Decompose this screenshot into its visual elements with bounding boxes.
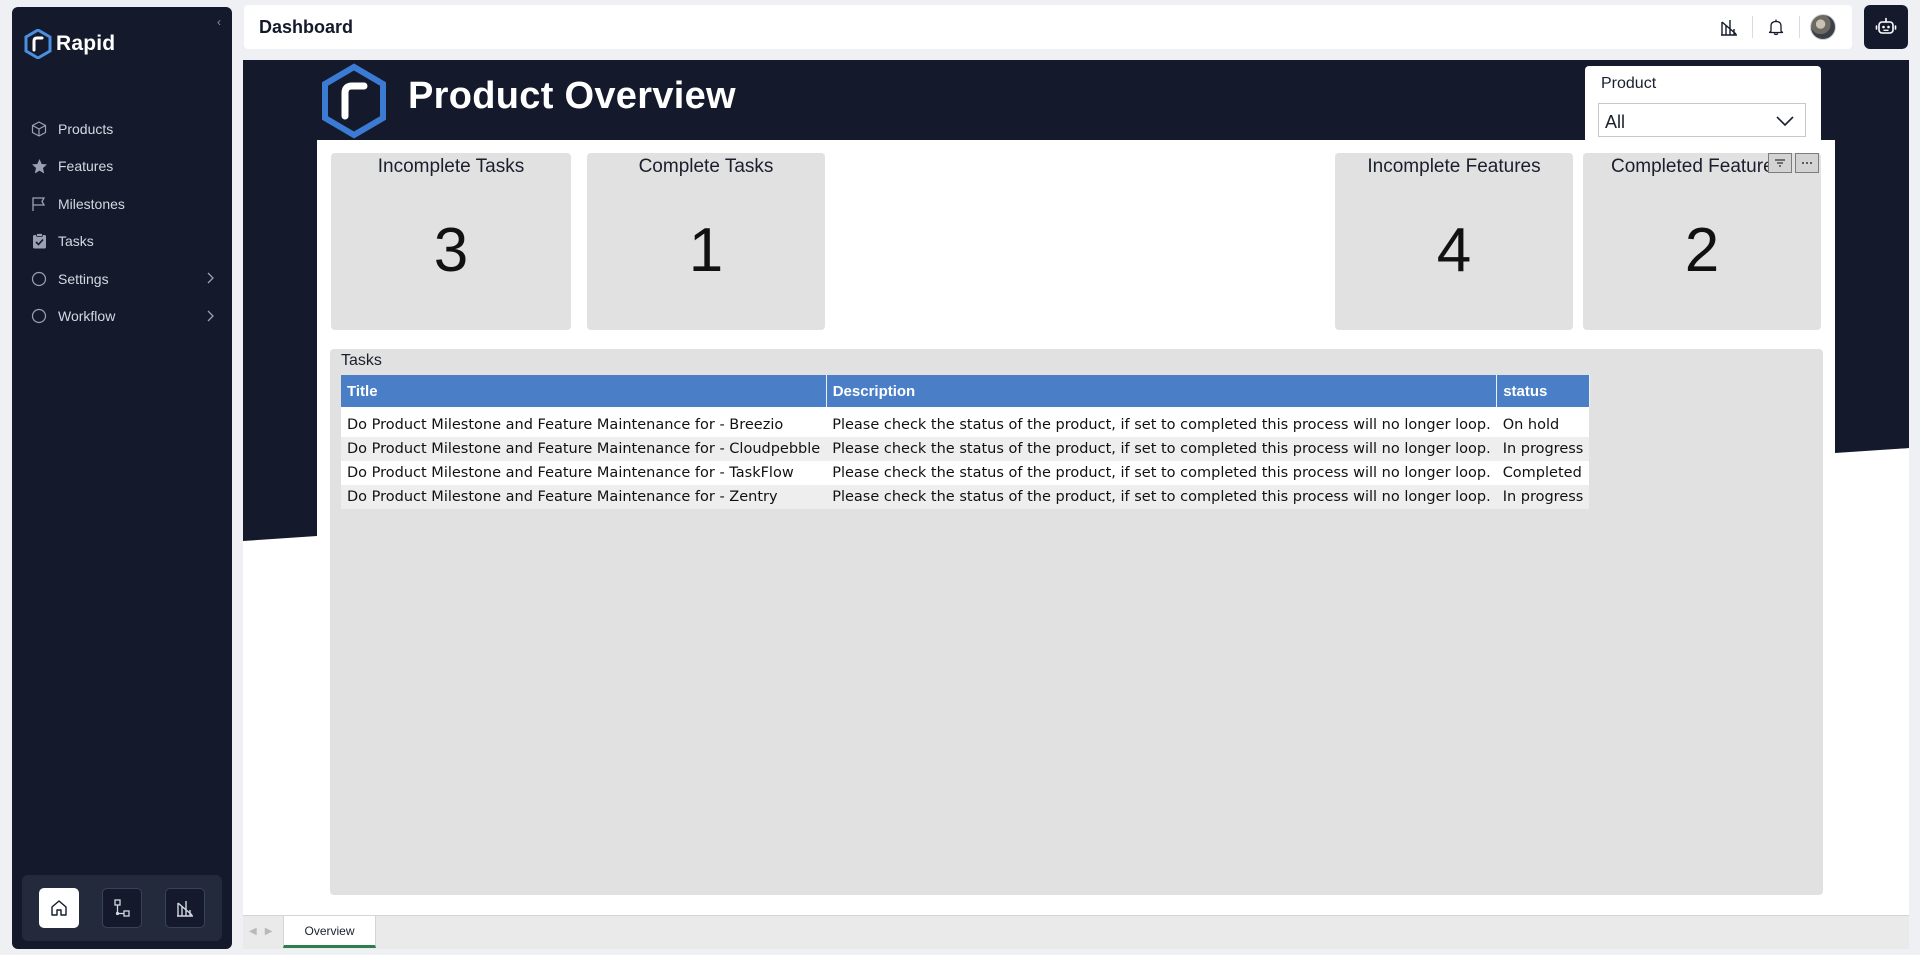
circle-icon (30, 270, 48, 288)
user-menu-button[interactable] (1808, 12, 1838, 42)
kpi-value: 2 (1684, 216, 1720, 285)
kpi-label: Complete Tasks (638, 156, 774, 177)
product-dropdown[interactable]: All (1598, 103, 1806, 137)
cell-title: Do Product Milestone and Feature Mainten… (341, 413, 827, 437)
sidebar-item-label: Products (58, 120, 114, 137)
filter-icon (1775, 159, 1785, 167)
kpi-value: 3 (433, 216, 469, 285)
header-actions (1714, 12, 1838, 42)
cell-status: In progress (1496, 485, 1590, 509)
page-title: Dashboard (259, 17, 354, 37)
table-title: Tasks (341, 352, 382, 369)
divider (1799, 16, 1800, 38)
workflow-icon (114, 899, 130, 917)
powerbi-icon (1721, 20, 1737, 36)
notifications-button[interactable] (1761, 12, 1791, 42)
collapse-sidebar-icon[interactable]: ‹ (212, 15, 226, 29)
top-header: Dashboard (244, 5, 1852, 49)
sidebar-item-products[interactable]: Products (12, 110, 232, 148)
rapid-logo-icon (24, 29, 52, 59)
visual-header-tools (1768, 153, 1819, 173)
avatar (1810, 14, 1836, 40)
sidebar-item-label: Workflow (58, 308, 116, 325)
home-icon (51, 900, 68, 916)
cell-description: Please check the status of the product, … (826, 413, 1497, 437)
product-logo-icon (322, 63, 386, 139)
slicer-label: Product (1601, 75, 1657, 92)
cell-title: Do Product Milestone and Feature Mainten… (341, 437, 827, 461)
column-header-title[interactable]: Title (341, 375, 827, 407)
assistant-button[interactable] (1864, 5, 1908, 49)
circle-icon (30, 307, 48, 325)
chevron-down-icon (1775, 114, 1795, 132)
divider (1752, 16, 1753, 38)
box-icon (30, 120, 48, 138)
slicer-selected-value: All (1605, 112, 1626, 132)
kpi-incomplete-features[interactable]: Incomplete Features 4 (1335, 153, 1573, 330)
clipboard-check-icon (30, 232, 48, 250)
brand-name: Rapid (56, 32, 116, 55)
chevron-right-icon (202, 270, 218, 286)
sidebar-item-label: Settings (58, 270, 109, 287)
kpi-completed-features[interactable]: Completed Features 2 (1583, 153, 1821, 330)
more-icon (1802, 162, 1812, 164)
table-row[interactable]: Do Product Milestone and Feature Mainten… (341, 461, 1590, 485)
kpi-complete-tasks[interactable]: Complete Tasks 1 (587, 153, 825, 330)
cell-title: Do Product Milestone and Feature Mainten… (341, 461, 827, 485)
column-header-description[interactable]: Description (826, 375, 1498, 407)
sidebar-item-label: Tasks (58, 233, 94, 250)
cell-description: Please check the status of the product, … (826, 485, 1497, 509)
sidebar-item-settings[interactable]: Settings (12, 260, 232, 298)
cell-status: In progress (1496, 437, 1590, 461)
sidebar-item-label: Features (58, 158, 114, 175)
cell-status: Completed (1496, 461, 1590, 485)
bell-icon (1768, 19, 1784, 36)
powerbi-report: Product Overview Product All Incomplete … (243, 60, 1909, 915)
kpi-value: 4 (1436, 216, 1472, 285)
flag-icon (30, 195, 48, 213)
sidebar-item-milestones[interactable]: Milestones (12, 185, 232, 223)
kpi-incomplete-tasks[interactable]: Incomplete Tasks 3 (331, 153, 571, 330)
sidebar-item-features[interactable]: Features (12, 148, 232, 186)
cell-title: Do Product Milestone and Feature Mainten… (341, 485, 827, 509)
table-header-row: Title Description status (341, 375, 1590, 407)
kpi-label: Incomplete Tasks (377, 156, 525, 177)
powerbi-button[interactable] (164, 888, 205, 928)
sidebar-nav: Products Features Milestones Tasks Setti… (12, 110, 232, 335)
table-row[interactable]: Do Product Milestone and Feature Mainten… (341, 413, 1590, 437)
cell-status: On hold (1496, 413, 1590, 437)
more-options-button[interactable] (1795, 153, 1819, 173)
report-title: Product Overview (408, 75, 736, 117)
tasks-table: Title Description status Do Product Mile… (341, 375, 1590, 509)
sidebar-item-label: Milestones (58, 195, 125, 212)
table-row[interactable]: Do Product Milestone and Feature Mainten… (341, 437, 1590, 461)
powerbi-report-button[interactable] (1714, 12, 1744, 42)
home-button[interactable] (39, 888, 80, 928)
tasks-table-visual: Tasks Title Description status Do Produc… (330, 349, 1823, 895)
kpi-value: 1 (688, 216, 724, 285)
kpi-label: Incomplete Features (1367, 156, 1541, 177)
bottom-dock (22, 875, 222, 941)
star-icon (30, 157, 48, 175)
report-page-tabs: ◀ ▶ Overview (243, 915, 1909, 949)
product-slicer: Product All (1585, 66, 1821, 142)
table-row[interactable]: Do Product Milestone and Feature Mainten… (341, 485, 1590, 509)
tab-overview[interactable]: Overview (283, 916, 376, 948)
tab-prev-icon[interactable]: ◀ (249, 926, 257, 937)
tab-scroll-arrows: ◀ ▶ (249, 926, 272, 937)
powerbi-icon (176, 901, 193, 917)
tab-next-icon[interactable]: ▶ (265, 926, 273, 937)
sidebar-item-workflow[interactable]: Workflow (12, 298, 232, 336)
robot-icon (1875, 17, 1897, 34)
sidebar-item-tasks[interactable]: Tasks (12, 223, 232, 261)
cell-description: Please check the status of the product, … (826, 437, 1497, 461)
brand-logo[interactable]: Rapid (24, 29, 115, 59)
column-header-status[interactable]: status (1496, 375, 1590, 407)
chevron-right-icon (202, 308, 218, 324)
cell-description: Please check the status of the product, … (826, 461, 1497, 485)
workflow-button[interactable] (101, 888, 142, 928)
filter-button[interactable] (1768, 153, 1792, 173)
sidebar: ‹ Rapid Products Features Milestones Tas… (12, 7, 232, 949)
